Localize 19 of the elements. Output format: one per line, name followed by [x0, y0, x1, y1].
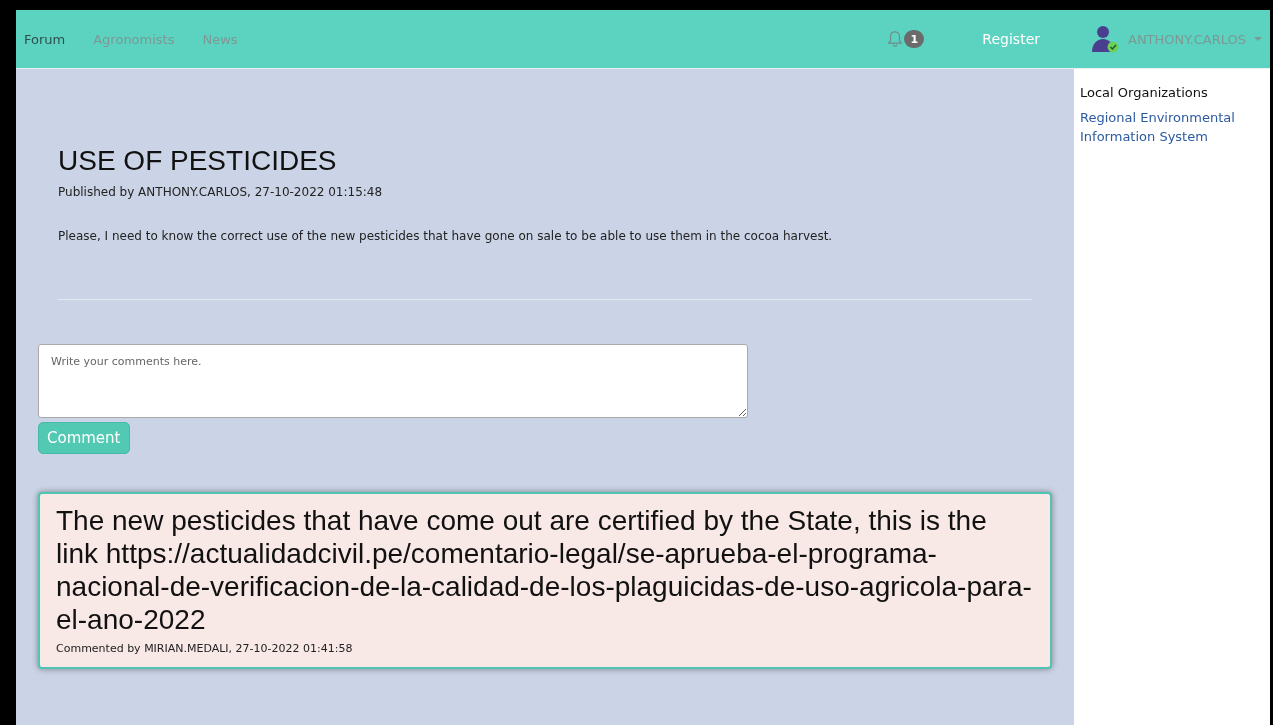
bell-icon	[886, 30, 905, 48]
notification-count: 1	[904, 30, 925, 48]
user-avatar-icon	[1090, 24, 1120, 54]
sidebar-heading: Local Organizations	[1080, 85, 1209, 100]
register-link[interactable]: Register	[982, 31, 1040, 47]
user-menu[interactable]: ANTHONY.CARLOS	[1090, 24, 1270, 54]
comment-text: The new pesticides that have come out are certified by the State, this is the link https://actualidadcivil.pe/comentario-legal/se-aprueba-el-programa-nacional-de-verificacion-de-la-calidad-de-los-plaguicidas-de-uso-agricola-para-el-ano-2022	[56, 504, 1033, 636]
nav-link[interactable]: Forum	[24, 31, 66, 47]
comment-field[interactable]: Write your comments here.	[38, 344, 748, 418]
comment-button[interactable]: Comment	[38, 422, 130, 454]
nav-link[interactable]: News	[202, 31, 238, 47]
notifications-button[interactable]: 1	[886, 30, 925, 48]
caret-icon	[1254, 37, 1262, 41]
nav-link[interactable]: Agronomists	[93, 31, 175, 47]
comment-meta: Commented by MIRIAN.MEDALI, 27-10-2022 01:41:58	[56, 642, 354, 655]
post-meta: Published by ANTHONY.CARLOS, 27-10-2022 01:15:48	[58, 185, 384, 199]
sidebar-link[interactable]: Regional Environmental Information System	[1080, 108, 1265, 146]
post-title: USE OF PESTICIDES	[58, 145, 338, 177]
post-body: Please, I need to know the correct use of the new pesticides that have gone on sale to be able to use them in the cocoa harvest.	[58, 229, 834, 243]
